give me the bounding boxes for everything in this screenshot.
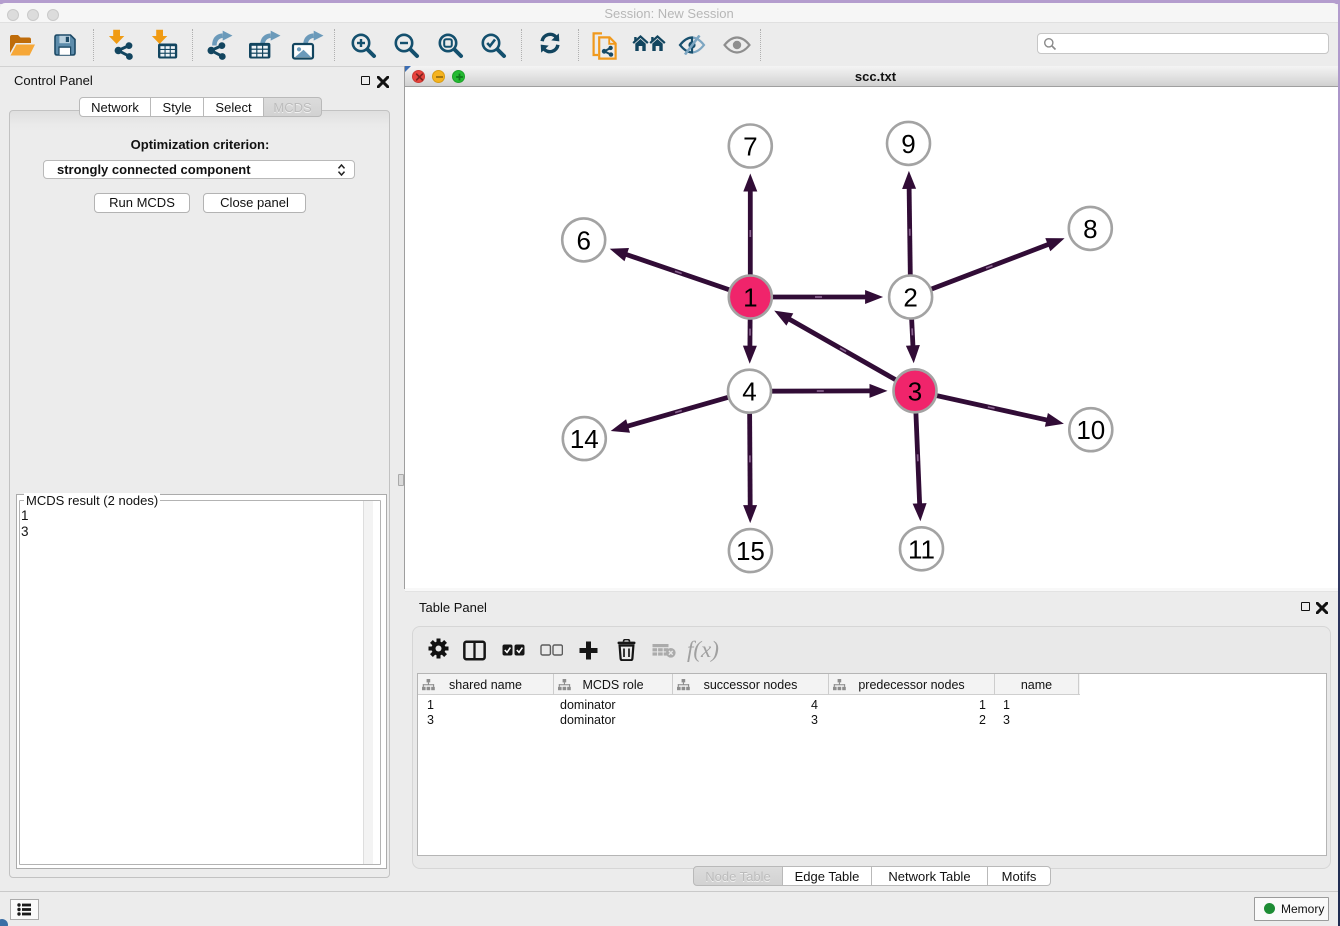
svg-text:6: 6 [576,225,590,255]
svg-text:9: 9 [901,129,915,159]
svg-text:15: 15 [736,536,765,566]
svg-text:1: 1 [743,283,757,313]
svg-text:3: 3 [908,376,922,406]
svg-text:11: 11 [908,534,935,564]
svg-text:7: 7 [743,132,757,162]
svg-text:8: 8 [1083,214,1097,244]
svg-text:2: 2 [903,283,917,313]
svg-text:10: 10 [1076,415,1105,445]
svg-text:4: 4 [742,377,756,407]
svg-text:14: 14 [570,424,599,454]
